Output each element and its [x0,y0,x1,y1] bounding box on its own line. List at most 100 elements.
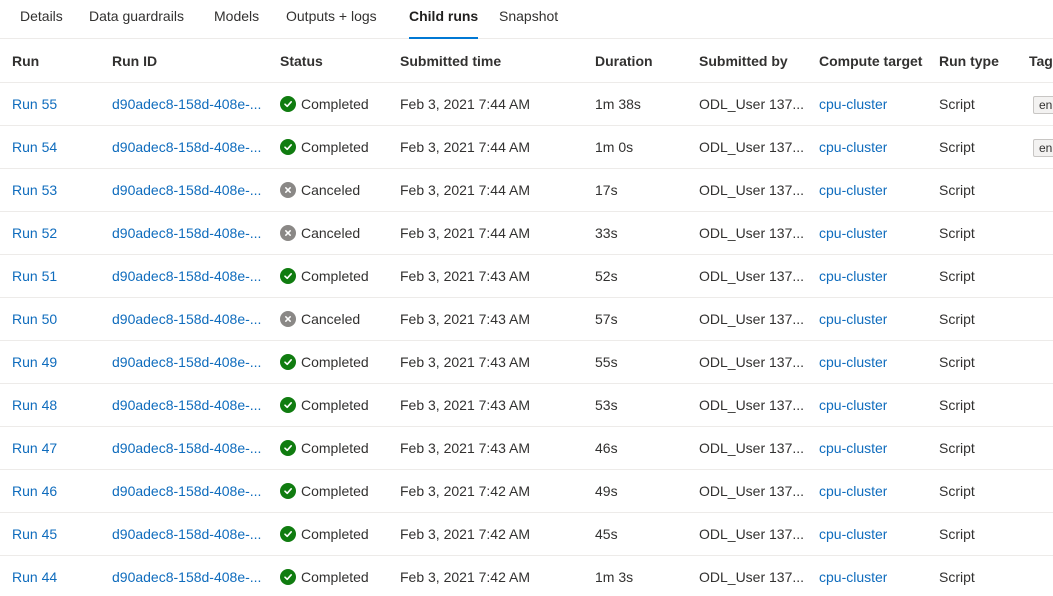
column-header-run-type[interactable]: Run type [939,40,999,82]
tab-bar: Details Data guardrails Models Outputs +… [0,0,1053,39]
submitted-by: ODL_User 137... [699,268,805,284]
check-circle-icon [280,268,296,284]
column-header-compute-target[interactable]: Compute target [819,40,922,82]
tag-pill[interactable]: en [1033,139,1053,157]
run-link[interactable]: Run 45 [12,513,57,555]
run-type: Script [939,526,975,542]
submitted-time: Feb 3, 2021 7:43 AM [400,268,530,284]
submitted-by: ODL_User 137... [699,96,805,112]
compute-target-link[interactable]: cpu-cluster [819,341,887,383]
tab-child-runs[interactable]: Child runs [409,0,479,39]
table-row[interactable]: Run 46 d90adec8-158d-408e-... Completed Feb… [0,470,1053,513]
check-circle-icon [280,569,296,585]
status-cell: Completed [280,126,369,168]
tab-details[interactable]: Details [20,0,63,39]
run-link[interactable]: Run 55 [12,83,57,125]
compute-target-link[interactable]: cpu-cluster [819,83,887,125]
table-row[interactable]: Run 53 d90adec8-158d-408e-... Canceled Feb … [0,169,1053,212]
run-id-link[interactable]: d90adec8-158d-408e-... [112,298,272,340]
run-id-link[interactable]: d90adec8-158d-408e-... [112,513,272,555]
duration: 46s [595,440,618,456]
table-row[interactable]: Run 49 d90adec8-158d-408e-... Completed Feb… [0,341,1053,384]
status-label: Canceled [301,182,361,198]
status-cell: Canceled [280,298,360,340]
table-row[interactable]: Run 54 d90adec8-158d-408e-... Completed Feb… [0,126,1053,169]
run-link[interactable]: Run 48 [12,384,57,426]
compute-target-link[interactable]: cpu-cluster [819,255,887,297]
status-cell: Completed [280,341,369,383]
compute-target-link[interactable]: cpu-cluster [819,470,887,512]
table-row[interactable]: Run 50 d90adec8-158d-408e-... Canceled Feb … [0,298,1053,341]
run-type: Script [939,225,975,241]
run-link[interactable]: Run 54 [12,126,57,168]
run-id-link[interactable]: d90adec8-158d-408e-... [112,255,272,297]
run-link[interactable]: Run 51 [12,255,57,297]
column-header-submitted-by[interactable]: Submitted by [699,40,788,82]
run-id-link[interactable]: d90adec8-158d-408e-... [112,212,272,254]
column-header-duration[interactable]: Duration [595,40,653,82]
status-cell: Canceled [280,169,360,211]
compute-target-link[interactable]: cpu-cluster [819,169,887,211]
tab-snapshot[interactable]: Snapshot [499,0,558,39]
run-type: Script [939,268,975,284]
submitted-by: ODL_User 137... [699,569,805,585]
status-label: Completed [301,268,369,284]
status-label: Completed [301,139,369,155]
cancel-circle-icon [280,225,296,241]
duration: 57s [595,311,618,327]
run-type: Script [939,354,975,370]
column-header-run-id[interactable]: Run ID [112,40,157,82]
run-link[interactable]: Run 50 [12,298,57,340]
run-link[interactable]: Run 47 [12,427,57,469]
tab-models[interactable]: Models [214,0,259,39]
run-id-link[interactable]: d90adec8-158d-408e-... [112,341,272,383]
submitted-time: Feb 3, 2021 7:44 AM [400,139,530,155]
compute-target-link[interactable]: cpu-cluster [819,427,887,469]
status-label: Canceled [301,311,361,327]
run-type: Script [939,397,975,413]
compute-target-link[interactable]: cpu-cluster [819,126,887,168]
run-id-link[interactable]: d90adec8-158d-408e-... [112,126,272,168]
status-label: Completed [301,569,369,585]
table-row[interactable]: Run 47 d90adec8-158d-408e-... Completed Feb… [0,427,1053,470]
check-circle-icon [280,483,296,499]
run-id-link[interactable]: d90adec8-158d-408e-... [112,384,272,426]
tab-data-guardrails[interactable]: Data guardrails [89,0,184,39]
run-id-link[interactable]: d90adec8-158d-408e-... [112,556,272,596]
run-id-link[interactable]: d90adec8-158d-408e-... [112,169,272,211]
run-link[interactable]: Run 49 [12,341,57,383]
run-id-link[interactable]: d90adec8-158d-408e-... [112,83,272,125]
table-row[interactable]: Run 51 d90adec8-158d-408e-... Completed Feb… [0,255,1053,298]
submitted-by: ODL_User 137... [699,526,805,542]
run-link[interactable]: Run 46 [12,470,57,512]
run-link[interactable]: Run 52 [12,212,57,254]
status-cell: Completed [280,427,369,469]
table-row[interactable]: Run 45 d90adec8-158d-408e-... Completed Feb… [0,513,1053,556]
run-type: Script [939,440,975,456]
table-row[interactable]: Run 52 d90adec8-158d-408e-... Canceled Feb … [0,212,1053,255]
column-header-tags[interactable]: Tags [1029,40,1053,82]
status-label: Completed [301,96,369,112]
status-label: Completed [301,440,369,456]
column-header-status[interactable]: Status [280,40,323,82]
run-id-link[interactable]: d90adec8-158d-408e-... [112,427,272,469]
cancel-circle-icon [280,182,296,198]
compute-target-link[interactable]: cpu-cluster [819,513,887,555]
compute-target-link[interactable]: cpu-cluster [819,298,887,340]
status-cell: Completed [280,83,369,125]
column-header-run[interactable]: Run [12,40,39,82]
check-circle-icon [280,440,296,456]
table-row[interactable]: Run 44 d90adec8-158d-408e-... Completed Feb… [0,556,1053,596]
run-id-link[interactable]: d90adec8-158d-408e-... [112,470,272,512]
compute-target-link[interactable]: cpu-cluster [819,384,887,426]
compute-target-link[interactable]: cpu-cluster [819,556,887,596]
tab-outputs-logs[interactable]: Outputs + logs [286,0,377,39]
table-row[interactable]: Run 55 d90adec8-158d-408e-... Completed Feb… [0,83,1053,126]
compute-target-link[interactable]: cpu-cluster [819,212,887,254]
column-header-submitted-time[interactable]: Submitted time [400,40,501,82]
table-row[interactable]: Run 48 d90adec8-158d-408e-... Completed Feb… [0,384,1053,427]
run-link[interactable]: Run 44 [12,556,57,596]
run-link[interactable]: Run 53 [12,169,57,211]
tag-pill[interactable]: en [1033,96,1053,114]
status-cell: Completed [280,470,369,512]
